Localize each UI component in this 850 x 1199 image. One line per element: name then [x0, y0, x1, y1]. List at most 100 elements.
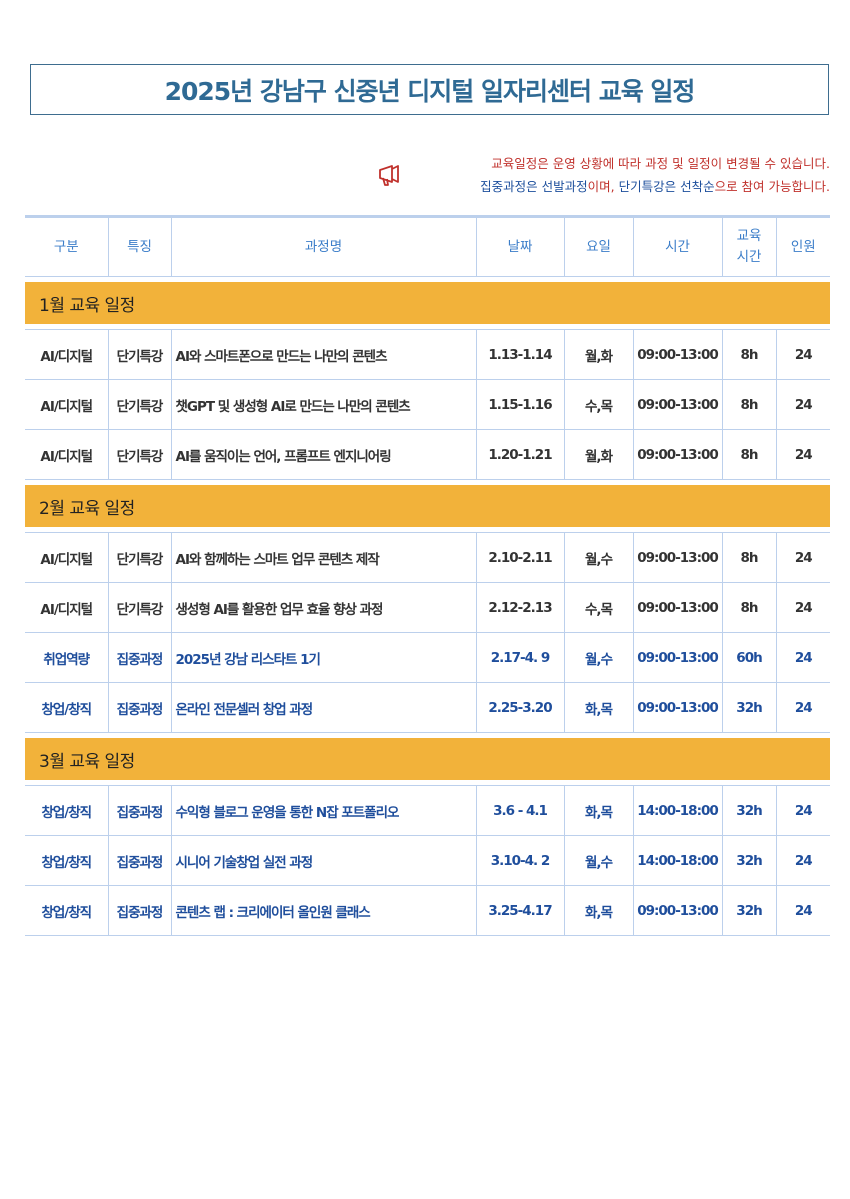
table-row: AI/디지털 단기특강 AI를 움직이는 언어, 프롬프트 엔지니어링 1.20-1.… [25, 429, 830, 480]
cell-people: 24 [775, 632, 830, 683]
cell-time: 09:00-13:00 [632, 682, 722, 733]
cell-feature: 집중과정 [107, 835, 171, 886]
cell-hours: 8h [721, 582, 776, 633]
cell-category: 취업역량 [25, 632, 108, 683]
month-header-row: 1월 교육 일정 [25, 276, 830, 330]
cell-date: 3.25-4.17 [475, 885, 564, 936]
cell-time: 14:00-18:00 [632, 835, 722, 886]
cell-course: AI와 스마트폰으로 만드는 나만의 콘텐츠 [170, 329, 476, 380]
cell-hours: 8h [721, 532, 776, 583]
cell-day: 월,화 [563, 429, 633, 480]
cell-date: 1.20-1.21 [475, 429, 564, 480]
cell-feature: 집중과정 [107, 885, 171, 936]
cell-feature: 단기특강 [107, 582, 171, 633]
cell-date: 2.17-4. 9 [475, 632, 564, 683]
cell-category: AI/디지털 [25, 582, 108, 633]
cell-people: 24 [775, 835, 830, 886]
table-row: 취업역량 집중과정 2025년 강남 리스타트 1기 2.17-4. 9 월,수 09:0… [25, 632, 830, 683]
cell-time: 09:00-13:00 [632, 885, 722, 936]
cell-time: 09:00-13:00 [632, 379, 722, 430]
cell-hours: 32h [721, 682, 776, 733]
cell-feature: 단기특강 [107, 379, 171, 430]
cell-category: 창업/창직 [25, 885, 108, 936]
cell-time: 09:00-13:00 [632, 632, 722, 683]
cell-category: AI/디지털 [25, 532, 108, 583]
month-label: 3월 교육 일정 [25, 738, 830, 780]
cell-hours: 32h [721, 885, 776, 936]
cell-hours: 32h [721, 785, 776, 836]
cell-time: 09:00-13:00 [632, 532, 722, 583]
table-header-row: 구분 특징 과정명 날짜 요일 시간 교육 시간 인원 [25, 215, 830, 277]
table-row: AI/디지털 단기특강 AI와 스마트폰으로 만드는 나만의 콘텐츠 1.13-1.1… [25, 329, 830, 380]
cell-people: 24 [775, 379, 830, 430]
cell-time: 09:00-13:00 [632, 429, 722, 480]
header-time: 시간 [632, 215, 722, 277]
cell-category: AI/디지털 [25, 379, 108, 430]
notice-line-1: 교육일정은 운영 상황에 따라 과정 및 일정이 변경될 수 있습니다. [491, 156, 830, 171]
cell-day: 수,목 [563, 379, 633, 430]
cell-feature: 단기특강 [107, 329, 171, 380]
notice-line-2-c: 단기특강은 선착순 [618, 179, 715, 194]
cell-date: 1.13-1.14 [475, 329, 564, 380]
cell-course: AI를 움직이는 언어, 프롬프트 엔지니어링 [170, 429, 476, 480]
cell-day: 월,화 [563, 329, 633, 380]
cell-course: 챗GPT 및 생성형 AI로 만드는 나만의 콘텐츠 [170, 379, 476, 430]
cell-day: 화,목 [563, 885, 633, 936]
cell-course: 수익형 블로그 운영을 통한 N잡 포트폴리오 [170, 785, 476, 836]
cell-date: 2.12-2.13 [475, 582, 564, 633]
header-feature: 특징 [107, 215, 171, 277]
cell-time: 14:00-18:00 [632, 785, 722, 836]
cell-category: AI/디지털 [25, 429, 108, 480]
cell-date: 3.10-4. 2 [475, 835, 564, 886]
cell-course: 생성형 AI를 활용한 업무 효율 향상 과정 [170, 582, 476, 633]
cell-category: AI/디지털 [25, 329, 108, 380]
cell-hours: 8h [721, 329, 776, 380]
cell-day: 수,목 [563, 582, 633, 633]
cell-time: 09:00-13:00 [632, 329, 722, 380]
cell-people: 24 [775, 329, 830, 380]
notice-line-2-d: 으로 참여 가능합니다. [714, 179, 830, 194]
cell-date: 2.10-2.11 [475, 532, 564, 583]
header-hours: 교육 시간 [721, 215, 776, 277]
header-date: 날짜 [475, 215, 564, 277]
cell-people: 24 [775, 532, 830, 583]
cell-people: 24 [775, 785, 830, 836]
notice: 교육일정은 운영 상황에 따라 과정 및 일정이 변경될 수 있습니다. 집중과… [480, 152, 830, 198]
cell-hours: 60h [721, 632, 776, 683]
table-row: 창업/창직 집중과정 콘텐츠 랩 : 크리에이터 올인원 클래스 3.25-4.17 화… [25, 885, 830, 936]
cell-hours: 32h [721, 835, 776, 886]
cell-feature: 집중과정 [107, 785, 171, 836]
cell-feature: 단기특강 [107, 532, 171, 583]
cell-time: 09:00-13:00 [632, 582, 722, 633]
cell-feature: 단기특강 [107, 429, 171, 480]
table-row: 창업/창직 집중과정 시니어 기술창업 실전 과정 3.10-4. 2 월,수 14:00… [25, 835, 830, 886]
header-hours-1: 교육 [736, 228, 762, 244]
megaphone-icon [379, 165, 399, 186]
schedule-table: 구분 특징 과정명 날짜 요일 시간 교육 시간 인원 1월 교육 일정 AI/디지… [25, 215, 830, 936]
cell-date: 3.6 - 4.1 [475, 785, 564, 836]
table-row: 창업/창직 집중과정 수익형 블로그 운영을 통한 N잡 포트폴리오 3.6 - 4.… [25, 785, 830, 836]
cell-category: 창업/창직 [25, 835, 108, 886]
cell-day: 월,수 [563, 835, 633, 886]
cell-day: 월,수 [563, 532, 633, 583]
header-people: 인원 [775, 215, 830, 277]
header-category: 구분 [25, 215, 108, 277]
month-header-row: 3월 교육 일정 [25, 732, 830, 786]
month-label: 1월 교육 일정 [25, 282, 830, 324]
cell-hours: 8h [721, 379, 776, 430]
cell-people: 24 [775, 682, 830, 733]
cell-course: 2025년 강남 리스타트 1기 [170, 632, 476, 683]
cell-course: 온라인 전문셀러 창업 과정 [170, 682, 476, 733]
page-title: 2025년 강남구 신중년 디지털 일자리센터 교육 일정 [164, 76, 696, 106]
cell-course: 시니어 기술창업 실전 과정 [170, 835, 476, 886]
table-row: 창업/창직 집중과정 온라인 전문셀러 창업 과정 2.25-3.20 화,목 09:00… [25, 682, 830, 733]
cell-people: 24 [775, 429, 830, 480]
month-header-cell: 3월 교육 일정 [25, 732, 830, 786]
header-course: 과정명 [170, 215, 476, 277]
cell-hours: 8h [721, 429, 776, 480]
month-header-cell: 1월 교육 일정 [25, 276, 830, 330]
table-row: AI/디지털 단기특강 생성형 AI를 활용한 업무 효율 향상 과정 2.12-2.… [25, 582, 830, 633]
cell-people: 24 [775, 885, 830, 936]
table-row: AI/디지털 단기특강 AI와 함께하는 스마트 업무 콘텐츠 제작 2.10-2.1… [25, 532, 830, 583]
month-header-row: 2월 교육 일정 [25, 479, 830, 533]
